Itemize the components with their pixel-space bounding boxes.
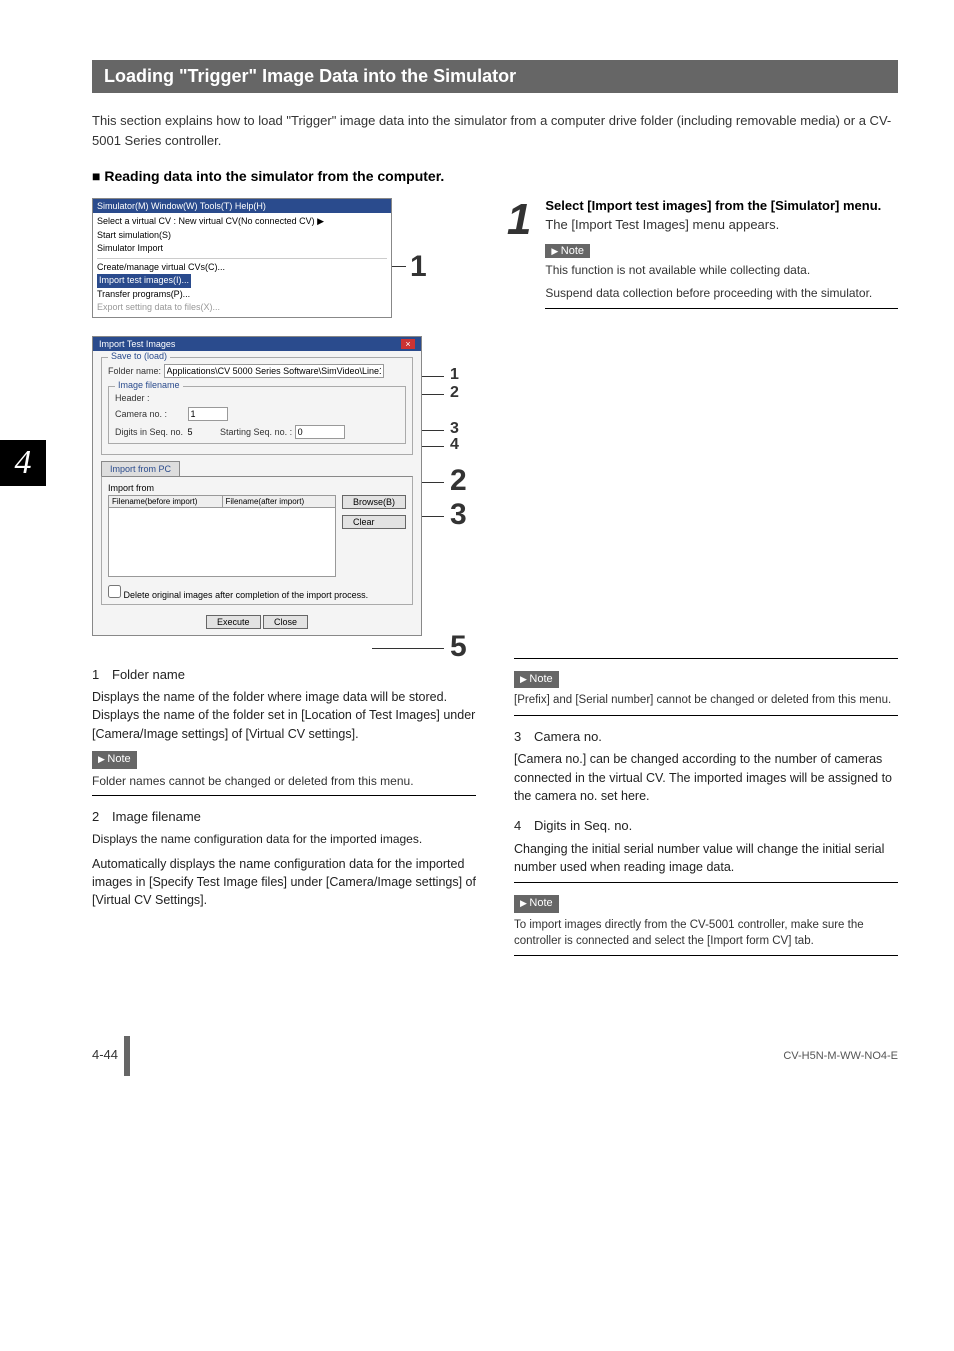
footer-bar: [124, 1036, 130, 1076]
menu-item-disabled: Export setting data to files(X)...: [97, 301, 387, 315]
dialog-screenshot: Import Test Images × Save to (load) Fold…: [92, 336, 422, 636]
item-4-head: 4Digits in Seq. no.: [514, 817, 898, 836]
delete-checkbox: [108, 585, 121, 598]
file-listbox: [108, 507, 336, 577]
note-label: Note: [92, 751, 137, 769]
camera-input: [188, 407, 228, 421]
folder-input: [164, 364, 384, 378]
item-2-para-b: Automatically displays the name configur…: [92, 855, 476, 909]
callout-exec: 5: [450, 630, 467, 664]
step-1-text: The [Import Test Images] menu appears.: [545, 217, 898, 232]
callout: 4: [450, 436, 459, 454]
close-button: Close: [263, 615, 308, 629]
menubar: Simulator(M) Window(W) Tools(T) Help(H): [93, 199, 391, 213]
col-before: Filename(before import): [109, 496, 223, 507]
doc-id: CV-H5N-M-WW-NO4-E: [783, 1050, 898, 1062]
group-image: Image filename: [115, 380, 183, 390]
start-input: [295, 425, 345, 439]
note-label: Note: [514, 671, 559, 689]
import-from-label: Import from: [108, 483, 406, 493]
step-1-title: Select [Import test images] from the [Si…: [545, 198, 898, 213]
item-3-head: 3Camera no.: [514, 728, 898, 747]
menu-item: Transfer programs(P)...: [97, 288, 387, 302]
note-text: To import images directly from the CV-50…: [514, 917, 898, 949]
item-1-head: 1Folder name: [92, 666, 476, 685]
execute-button: Execute: [206, 615, 261, 629]
clear-button: Clear: [342, 515, 406, 529]
menu-item: Select a virtual CV : New virtual CV(No …: [97, 215, 387, 229]
header-label: Header :: [115, 393, 150, 403]
dialog-title: Import Test Images: [99, 339, 175, 349]
note-text: Suspend data collection before proceedin…: [545, 285, 898, 302]
section-title: Loading "Trigger" Image Data into the Si…: [92, 60, 898, 93]
callout-tab: 2: [450, 464, 467, 498]
start-label: Starting Seq. no. :: [220, 427, 292, 437]
menu-item: Simulator Import: [97, 242, 387, 256]
intro-paragraph: This section explains how to load "Trigg…: [92, 111, 898, 150]
callout-browse: 3: [450, 498, 467, 532]
callout-1: 1: [410, 250, 427, 284]
note-label: Note: [545, 244, 590, 258]
camera-label: Camera no. :: [115, 409, 185, 419]
callout: 1: [450, 366, 459, 384]
digits-value: 5: [188, 427, 218, 437]
chapter-side-tab: 4: [0, 440, 46, 486]
subheading: Reading data into the simulator from the…: [92, 168, 898, 184]
folder-label: Folder name:: [108, 366, 161, 376]
item-3-para: [Camera no.] can be changed according to…: [514, 750, 898, 804]
item-2-head: 2Image filename: [92, 808, 476, 827]
group-save: Save to (load): [108, 351, 170, 361]
note-text: [Prefix] and [Serial number] cannot be c…: [514, 692, 898, 708]
note-text: Folder names cannot be changed or delete…: [92, 773, 476, 790]
menu-item: Create/manage virtual CVs(C)...: [97, 261, 387, 275]
browse-button: Browse(B): [342, 495, 406, 509]
item-4-para: Changing the initial serial number value…: [514, 840, 898, 876]
menu-item: Start simulation(S): [97, 229, 387, 243]
close-icon: ×: [401, 339, 415, 349]
menu-item-highlighted: Import test images(I)...: [97, 274, 191, 288]
item-1-para: Displays the name of the folder where im…: [92, 688, 476, 742]
menu-screenshot: Simulator(M) Window(W) Tools(T) Help(H) …: [92, 198, 392, 318]
delete-label: Delete original images after completion …: [124, 590, 369, 600]
note-label: Note: [514, 895, 559, 913]
col-after: Filename(after import): [223, 496, 336, 507]
step-number-1: 1: [507, 198, 531, 319]
note-text: This function is not available while col…: [545, 262, 898, 279]
tab-import-pc: Import from PC: [101, 461, 180, 476]
digits-label: Digits in Seq. no.: [115, 427, 185, 437]
page-number: 4-44: [92, 1047, 118, 1062]
item-2-para-a: Displays the name configuration data for…: [92, 831, 476, 848]
callout: 2: [450, 384, 459, 402]
